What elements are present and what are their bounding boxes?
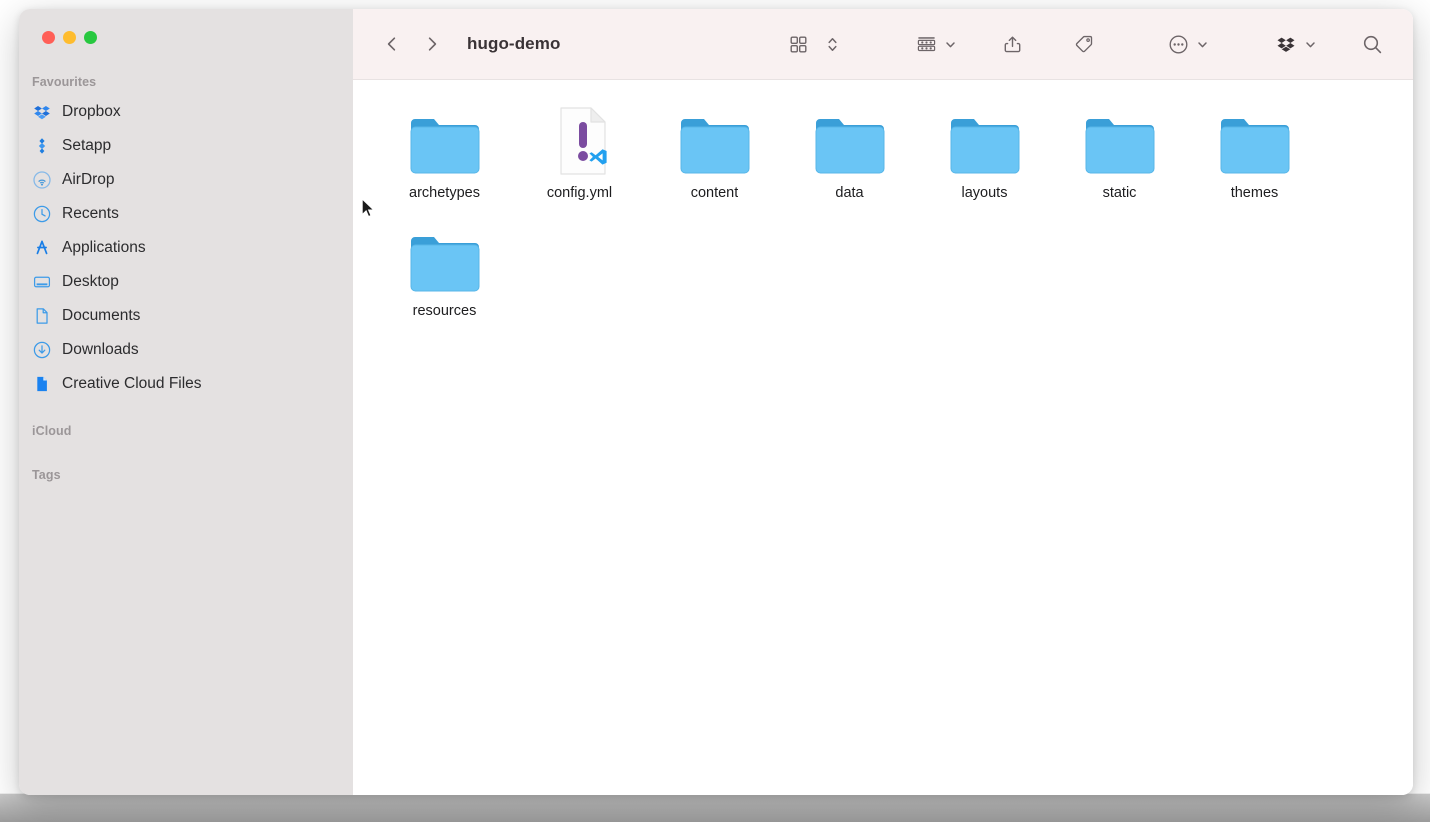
sidebar-item-label: Recents [62,205,119,222]
window-title: hugo-demo [467,34,561,53]
sidebar-item-airdrop[interactable]: AirDrop [19,163,353,197]
download-icon [32,341,51,360]
file-label: resources [412,303,477,320]
forward-button[interactable] [415,27,449,61]
sidebar-section-icloud-title: iCloud [32,424,72,438]
dropbox-menu-control[interactable] [1269,27,1317,61]
sidebar-section-favourites-title: Favourites [32,75,97,89]
window-controls [19,9,353,59]
sidebar-item-label: Setapp [62,137,112,154]
file-label: content [690,185,739,201]
sidebar-item-dropbox[interactable]: Dropbox [19,95,353,129]
clock-icon [32,205,51,224]
file-label: themes [1230,185,1279,201]
folder-icon [813,106,887,176]
dropbox-icon [32,103,51,122]
folder-icon [408,224,482,294]
file-label: data [835,185,864,201]
folder-icon [1083,106,1157,176]
more-actions-control[interactable] [1161,27,1209,61]
sidebar-item-label: Dropbox [62,103,121,120]
folder-icon [408,106,482,176]
bottom-caption [0,808,1430,822]
file-grid: archetypes config.yml content data layou… [353,106,1413,321]
sidebar-item-setapp[interactable]: Setapp [19,129,353,163]
desktop-icon [32,273,51,292]
file-item-archetypes[interactable]: archetypes [377,106,512,202]
folder-icon [678,106,752,176]
sidebar-item-recents[interactable]: Recents [19,197,353,231]
file-item-content[interactable]: content [647,106,782,202]
back-button[interactable] [375,27,409,61]
creative-cloud-file-icon [32,375,51,394]
document-icon [32,307,51,326]
share-button[interactable] [995,27,1029,61]
tag-button[interactable] [1067,27,1101,61]
file-label: config.yml [546,185,613,201]
sidebar-section-tags-title: Tags [32,468,61,482]
file-item-data[interactable]: data [782,106,917,202]
file-item-config-yml[interactable]: config.yml [512,106,647,202]
finder-main-pane: hugo-demo archetypes config.yml content … [353,9,1413,795]
file-label: archetypes [409,185,480,201]
finder-sidebar: Favourites Dropbox Setapp AirDrop Recent… [19,9,353,795]
chevron-down-icon[interactable] [943,37,957,51]
sidebar-item-label: Creative Cloud Files [62,375,202,392]
folder-icon [1218,106,1292,176]
icon-view-button[interactable] [781,27,815,61]
file-item-layouts[interactable]: layouts [917,106,1052,202]
file-label: static [1102,185,1137,201]
applications-icon [32,239,51,258]
chevron-down-icon[interactable] [1303,37,1317,51]
sidebar-item-label: Downloads [62,341,139,358]
sidebar-item-creative-cloud-files[interactable]: Creative Cloud Files [19,367,353,401]
minimize-button[interactable] [63,31,76,44]
file-browser-area[interactable]: archetypes config.yml content data layou… [353,80,1413,795]
desktop-background: Favourites Dropbox Setapp AirDrop Recent… [0,0,1430,822]
setapp-icon [32,137,51,156]
finder-toolbar: hugo-demo [353,9,1413,80]
sidebar-item-desktop[interactable]: Desktop [19,265,353,299]
file-label: layouts [961,185,1008,201]
sidebar-item-label: AirDrop [62,171,115,188]
more-actions-icon[interactable] [1161,27,1195,61]
file-item-resources[interactable]: resources [377,224,512,320]
folder-icon [948,106,1022,176]
finder-window: Favourites Dropbox Setapp AirDrop Recent… [19,9,1413,795]
airdrop-icon [32,171,51,190]
group-by-control[interactable] [909,27,957,61]
sidebar-item-applications[interactable]: Applications [19,231,353,265]
file-item-themes[interactable]: themes [1187,106,1322,202]
sidebar-item-documents[interactable]: Documents [19,299,353,333]
chevron-down-icon[interactable] [1195,37,1209,51]
sidebar-item-label: Documents [62,307,141,324]
dropbox-icon[interactable] [1269,27,1303,61]
view-controls [781,27,849,61]
search-icon[interactable] [1355,27,1389,61]
yaml-file-icon [543,106,617,176]
sidebar-item-label: Desktop [62,273,119,290]
zoom-button[interactable] [84,31,97,44]
group-by-icon[interactable] [909,27,943,61]
sidebar-item-downloads[interactable]: Downloads [19,333,353,367]
sidebar-item-label: Applications [62,239,146,256]
file-item-static[interactable]: static [1052,106,1187,202]
sort-order-stepper[interactable] [815,27,849,61]
close-button[interactable] [42,31,55,44]
